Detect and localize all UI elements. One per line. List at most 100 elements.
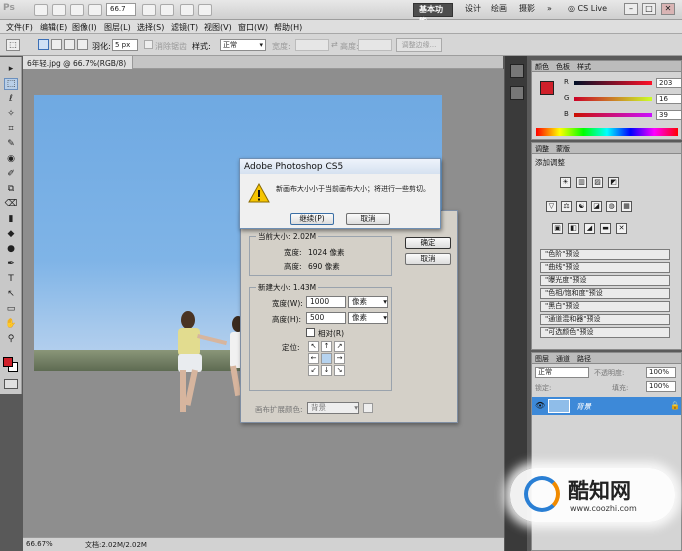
crop-tool-icon[interactable]: ⌗ [4,123,18,135]
shape-tool-icon[interactable]: ▭ [4,303,18,315]
foreground-color-chip[interactable] [3,357,13,367]
tab-channels[interactable]: 通道 [556,354,570,364]
green-value-input[interactable]: 16 [656,94,682,104]
workspace-photography[interactable]: 摄影 [514,3,540,17]
photo-filter-icon[interactable]: ◍ [606,201,617,212]
close-button[interactable]: ✕ [661,3,675,15]
blur-tool-icon[interactable]: ◆ [4,228,18,240]
add-selection-icon[interactable] [51,39,62,50]
hue-saturation-icon[interactable]: ⚖ [561,201,572,212]
anchor-center[interactable] [321,353,332,364]
style-select[interactable]: 正常 ▾ [220,39,266,51]
marquee-preset-icon[interactable]: ⬚ [6,39,20,51]
screen-mode-icon[interactable] [198,4,212,16]
tab-styles[interactable]: 样式 [577,62,591,72]
menu-file[interactable]: 文件(F) [6,22,33,33]
ok-button[interactable]: 确定 [405,237,451,249]
blue-slider[interactable] [574,113,652,117]
zoom-tool-icon[interactable]: ⚲ [4,333,18,345]
red-slider[interactable] [574,81,652,85]
subtract-selection-icon[interactable] [64,39,75,50]
anchor-bottom-right[interactable]: ↘ [334,365,345,376]
path-select-tool-icon[interactable]: ↖ [4,288,18,300]
preset-selective-color[interactable]: "可选颜色"预设 [540,327,670,338]
menu-help[interactable]: 帮助(H) [274,22,302,33]
maximize-button[interactable]: □ [642,3,656,15]
alert-cancel-button[interactable]: 取消 [346,213,390,225]
zoom-icon[interactable] [88,4,102,16]
workspace-painting[interactable]: 绘画 [486,3,512,17]
minimize-button[interactable]: – [624,3,638,15]
move-tool-icon[interactable]: ▸ [4,63,18,75]
antialias-checkbox[interactable] [144,40,153,49]
selective-color-icon[interactable]: ✕ [616,223,627,234]
status-zoom[interactable]: 66.67% [26,540,53,548]
menu-layer[interactable]: 图层(L) [104,22,131,33]
eyedropper-tool-icon[interactable]: ✎ [4,138,18,150]
anchor-top-right[interactable]: ↗ [334,341,345,352]
green-slider[interactable] [574,97,652,101]
width-unit-select[interactable]: 像素 ▾ [348,296,388,308]
anchor-left[interactable]: ← [308,353,319,364]
tab-masks[interactable]: 蒙版 [556,144,570,154]
red-value-input[interactable]: 203 [656,78,682,88]
intersect-selection-icon[interactable] [77,39,88,50]
fill-input[interactable]: 100% [646,381,676,392]
tab-layers[interactable]: 图层 [535,354,549,364]
anchor-right[interactable]: → [334,353,345,364]
anchor-bottom-left[interactable]: ↙ [308,365,319,376]
blue-value-input[interactable]: 39 [656,110,682,120]
gradient-map-icon[interactable]: ▬ [600,223,611,234]
threshold-icon[interactable]: ◢ [584,223,595,234]
zoom-level[interactable]: 66.7 [106,3,136,16]
menu-filter[interactable]: 滤镜(T) [171,22,198,33]
blend-mode-select[interactable]: 正常 [535,367,589,378]
brush-tool-icon[interactable]: ✐ [4,168,18,180]
document-tab[interactable]: 6年轻.jpg @ 66.7%(RGB/8) × [23,56,133,78]
layer-row-background[interactable]: 👁 背景 🔒 [532,397,681,415]
new-selection-icon[interactable] [38,39,49,50]
color-balance-icon[interactable]: ☯ [576,201,587,212]
hand-icon[interactable] [70,4,84,16]
tab-swatches[interactable]: 色板 [556,62,570,72]
bridge-icon[interactable] [34,4,48,16]
menu-view[interactable]: 视图(V) [204,22,232,33]
pen-tool-icon[interactable]: ✒ [4,258,18,270]
marquee-tool-icon[interactable]: ⬚ [4,78,18,90]
clone-stamp-tool-icon[interactable]: ⧉ [4,183,18,195]
brightness-icon[interactable]: ☀ [560,177,571,188]
menu-image[interactable]: 图像(I) [72,22,97,33]
tab-color[interactable]: 颜色 [535,62,549,72]
relative-checkbox[interactable] [306,328,315,337]
history-panel-icon[interactable] [510,64,524,78]
foreground-color-swatch[interactable] [540,81,554,95]
menu-select[interactable]: 选择(S) [137,22,164,33]
preset-curves[interactable]: "曲线"预设 [540,262,670,273]
black-white-icon[interactable]: ◪ [591,201,602,212]
quick-mask-icon[interactable] [4,379,18,389]
eraser-tool-icon[interactable]: ⌫ [4,198,18,210]
height-unit-select[interactable]: 像素 ▾ [348,312,388,324]
workspace-design[interactable]: 设计 [460,3,486,17]
posterize-icon[interactable]: ◧ [568,223,579,234]
tab-adjustments[interactable]: 调整 [535,144,549,154]
type-tool-icon[interactable]: T [4,273,18,285]
levels-icon[interactable]: ▥ [576,177,587,188]
feather-input[interactable]: 5 px [112,39,138,51]
vibrance-icon[interactable]: ▽ [546,201,557,212]
invert-icon[interactable]: ▣ [552,223,563,234]
curves-icon[interactable]: ▨ [592,177,603,188]
tab-paths[interactable]: 路径 [577,354,591,364]
cancel-button[interactable]: 取消 [405,253,451,265]
gradient-tool-icon[interactable]: ▮ [4,213,18,225]
opacity-input[interactable]: 100% [646,367,676,378]
preset-channel-mixer[interactable]: "通道混和器"预设 [540,314,670,325]
eye-icon[interactable]: 👁 [535,401,545,410]
grid-icon[interactable] [142,4,156,16]
more-workspaces[interactable]: » [542,3,557,17]
lasso-tool-icon[interactable]: ℓ [4,93,18,105]
color-spectrum[interactable] [536,128,678,136]
new-height-input[interactable]: 500 [306,312,346,324]
anchor-top-left[interactable]: ↖ [308,341,319,352]
quick-select-tool-icon[interactable]: ✧ [4,108,18,120]
